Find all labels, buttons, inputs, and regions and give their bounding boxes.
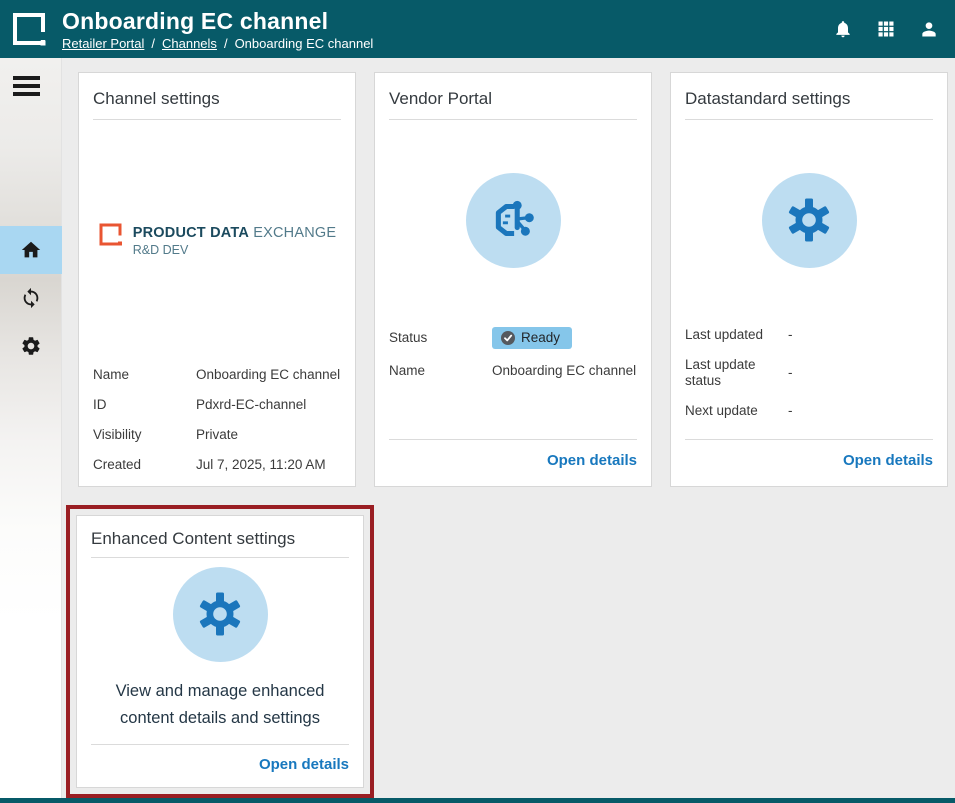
brain-network-icon bbox=[486, 193, 540, 247]
row-label: Name bbox=[389, 363, 492, 379]
row-value: Jul 7, 2025, 11:20 AM bbox=[196, 457, 341, 473]
status-badge-label: Ready bbox=[521, 330, 560, 346]
detail-row-visibility: Visibility Private bbox=[79, 420, 355, 450]
datastandard-icon-area bbox=[671, 120, 947, 320]
pdx-square-logo bbox=[10, 10, 50, 50]
user-icon[interactable] bbox=[919, 19, 939, 39]
logo-text: PRODUCT DATA EXCHANGE R&D DEV bbox=[133, 222, 336, 257]
detail-row-created: Created Jul 7, 2025, 11:20 AM bbox=[79, 450, 355, 480]
breadcrumb-current: Onboarding EC channel bbox=[235, 36, 374, 51]
row-label: Status bbox=[389, 330, 492, 346]
sidebar-nav bbox=[0, 226, 62, 370]
row-value: - bbox=[788, 403, 933, 419]
breadcrumb: Retailer Portal / Channels / Onboarding … bbox=[62, 36, 373, 51]
enhanced-content-settings-card: Enhanced Content settings bbox=[76, 515, 364, 788]
detail-row-next-update: Next update - bbox=[671, 396, 947, 426]
vendor-detail-rows: Status Ready Name Onboarding EC channel bbox=[375, 320, 651, 392]
row-label: Name bbox=[93, 367, 196, 383]
vendor-icon-area bbox=[375, 120, 651, 320]
card-description: View and manage enhanced content details… bbox=[77, 670, 363, 732]
detail-row-id: ID Pdxrd-EC-channel bbox=[79, 390, 355, 420]
breadcrumb-retailer-portal[interactable]: Retailer Portal bbox=[62, 36, 144, 51]
detail-row-name: Name Onboarding EC channel bbox=[79, 360, 355, 390]
open-details-link[interactable]: Open details bbox=[259, 756, 349, 773]
card-title: Vendor Portal bbox=[375, 73, 651, 119]
logo-name-bold: PRODUCT DATA bbox=[133, 225, 249, 241]
detail-row-last-updated: Last updated - bbox=[671, 320, 947, 350]
page-title: Onboarding EC channel bbox=[62, 8, 373, 34]
channel-detail-rows: Name Onboarding EC channel ID Pdxrd-EC-c… bbox=[79, 360, 355, 486]
enhanced-link-row: Open details bbox=[77, 745, 363, 787]
gear-icon bbox=[20, 335, 42, 357]
apps-grid-icon[interactable] bbox=[876, 19, 896, 39]
sync-icon bbox=[20, 287, 42, 309]
status-badge: Ready bbox=[492, 327, 572, 349]
row-label: Last update status bbox=[685, 357, 788, 389]
open-details-link[interactable]: Open details bbox=[843, 452, 933, 469]
check-circle-icon bbox=[501, 331, 515, 345]
row-label: Last updated bbox=[685, 327, 788, 343]
bell-icon[interactable] bbox=[833, 19, 853, 39]
card-title: Datastandard settings bbox=[671, 73, 947, 119]
detail-row-last-update-status: Last update status - bbox=[671, 350, 947, 396]
gear-icon bbox=[785, 196, 833, 244]
window-bottom-border bbox=[0, 798, 955, 803]
datastandard-detail-rows: Last updated - Last update status - Next… bbox=[671, 320, 947, 432]
card-title: Enhanced Content settings bbox=[77, 516, 363, 557]
logo-name-light: EXCHANGE bbox=[253, 225, 336, 241]
detail-row-status: Status Ready bbox=[375, 320, 651, 356]
vendor-portal-card: Vendor Portal bbox=[374, 72, 652, 487]
icon-circle bbox=[762, 173, 857, 268]
row-value: Onboarding EC channel bbox=[492, 363, 637, 379]
sidebar-item-home[interactable] bbox=[0, 226, 62, 274]
product-data-exchange-logo: PRODUCT DATA EXCHANGE R&D DEV bbox=[98, 222, 336, 257]
row-value: - bbox=[788, 365, 933, 381]
row-value: Onboarding EC channel bbox=[196, 367, 341, 383]
app-header: Onboarding EC channel Retailer Portal / … bbox=[0, 0, 955, 58]
row-label: ID bbox=[93, 397, 196, 413]
icon-circle bbox=[173, 567, 268, 662]
enhanced-icon-area bbox=[77, 558, 363, 670]
app-screen: Onboarding EC channel Retailer Portal / … bbox=[0, 0, 955, 803]
gear-icon bbox=[196, 590, 244, 638]
header-titles: Onboarding EC channel Retailer Portal / … bbox=[62, 8, 373, 51]
breadcrumb-separator: / bbox=[151, 36, 155, 51]
breadcrumb-channels[interactable]: Channels bbox=[162, 36, 217, 51]
vendor-link-row: Open details bbox=[375, 440, 651, 486]
pdx-square-logo-orange bbox=[98, 222, 125, 249]
spacer bbox=[375, 392, 651, 439]
breadcrumb-separator: / bbox=[224, 36, 228, 51]
row-value: Private bbox=[196, 427, 341, 443]
datastandard-link-row: Open details bbox=[671, 440, 947, 486]
logo-subtitle: R&D DEV bbox=[133, 243, 336, 257]
card-title: Channel settings bbox=[79, 73, 355, 119]
home-icon bbox=[20, 239, 42, 261]
row-value: - bbox=[788, 327, 933, 343]
datastandard-settings-card: Datastandard settings bbox=[670, 72, 948, 487]
hamburger-menu-icon[interactable] bbox=[13, 76, 40, 96]
header-actions bbox=[833, 19, 939, 39]
row-label: Created bbox=[93, 457, 196, 473]
row-label: Next update bbox=[685, 403, 788, 419]
open-details-link[interactable]: Open details bbox=[547, 452, 637, 469]
detail-row-name: Name Onboarding EC channel bbox=[375, 356, 651, 386]
sidebar bbox=[0, 58, 62, 798]
row-value: Pdxrd-EC-channel bbox=[196, 397, 341, 413]
channel-logo-area: PRODUCT DATA EXCHANGE R&D DEV bbox=[79, 120, 355, 360]
spacer bbox=[671, 432, 947, 439]
row-label: Visibility bbox=[93, 427, 196, 443]
sidebar-item-sync[interactable] bbox=[0, 274, 62, 322]
highlight-box: Enhanced Content settings bbox=[66, 505, 374, 798]
icon-circle bbox=[466, 173, 561, 268]
spacer bbox=[77, 732, 363, 744]
channel-settings-card: Channel settings PRODUCT DATA EXCHANGE R… bbox=[78, 72, 356, 487]
sidebar-item-settings[interactable] bbox=[0, 322, 62, 370]
